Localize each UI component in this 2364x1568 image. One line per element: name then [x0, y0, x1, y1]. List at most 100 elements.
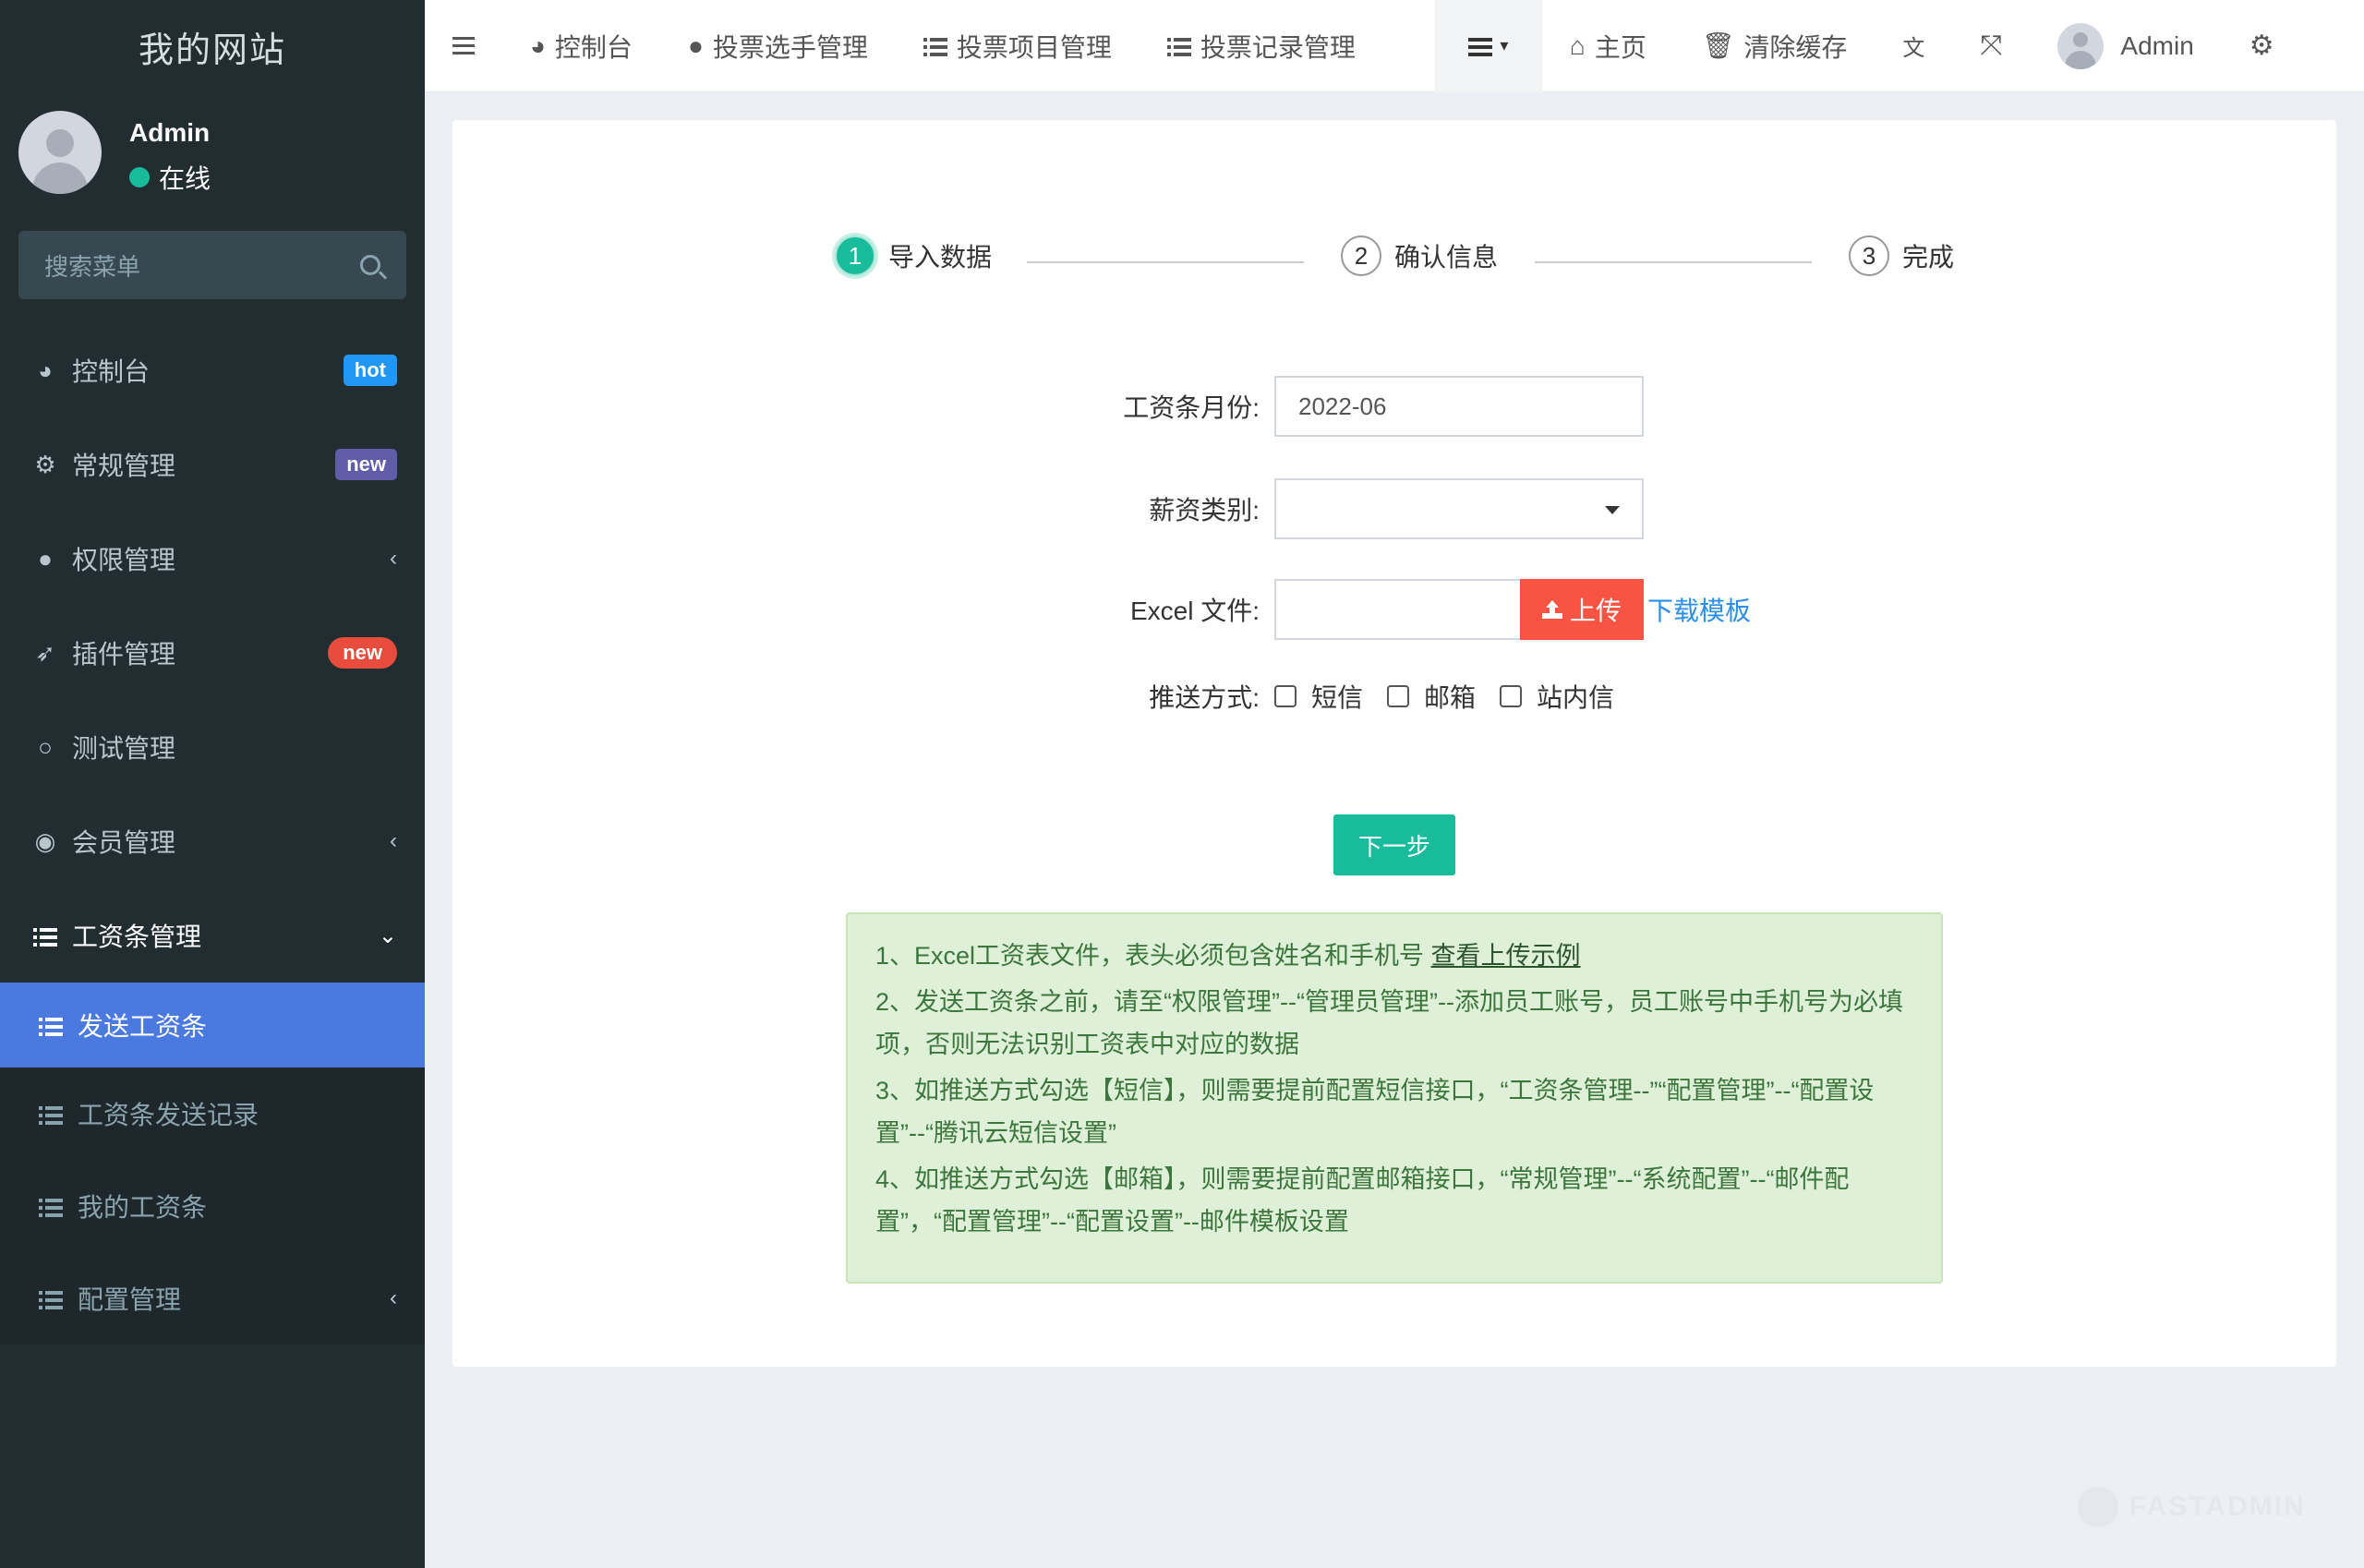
hot-badge: hot	[343, 355, 397, 386]
new-badge: new	[335, 449, 397, 480]
chevron-down-icon: ⌄	[378, 923, 397, 948]
tab-label: 投票记录管理	[1200, 32, 1356, 62]
fullscreen-button[interactable]: ⤧	[1952, 0, 2030, 92]
checkbox-label: 短信	[1311, 683, 1364, 712]
sidebar-subitem-config[interactable]: 配置管理 ‹	[0, 1252, 425, 1345]
sidebar-item-addon[interactable]: ➶ 插件管理 new	[0, 606, 425, 700]
checkbox-box[interactable]	[1274, 685, 1297, 707]
upload-button[interactable]: 上传	[1520, 579, 1644, 640]
file-path-input[interactable]	[1274, 579, 1520, 640]
trash-icon: 🗑	[1701, 31, 1735, 60]
tab-vote-projects[interactable]: 投票项目管理	[896, 0, 1140, 92]
step-label: 完成	[1902, 243, 1955, 271]
notice-line-1: 1、Excel工资表文件，表头必须包含姓名和手机号 查看上传示例	[875, 935, 1913, 977]
sidebar-item-label: 工资条管理	[72, 923, 202, 951]
notice-line-2: 2、发送工资条之前，请至“权限管理”--“管理员管理”--添加员工账号，员工账号…	[875, 988, 1903, 1058]
clear-cache-label: 清除缓存	[1743, 32, 1848, 62]
dashboard-icon: ◕	[38, 356, 53, 384]
step-number: 1	[835, 235, 875, 276]
push-label: 推送方式:	[1149, 683, 1260, 712]
translate-icon: 文	[1902, 36, 1925, 61]
sidebar-item-dashboard[interactable]: ◕ 控制台 hot	[0, 323, 425, 417]
notice-line-4: 4、如推送方式勾选【邮箱】，则需要提前配置邮箱接口，“常规管理”--“系统配置”…	[875, 1165, 1850, 1236]
user-menu[interactable]: Admin	[2030, 0, 2221, 92]
search-placeholder: 搜索菜单	[44, 252, 141, 281]
home-label: 主页	[1594, 32, 1646, 62]
sidebar-item-test[interactable]: ○ 测试管理	[0, 700, 425, 794]
clear-cache-button[interactable]: 🗑 清除缓存	[1674, 0, 1876, 92]
settings-button[interactable]: ⚙	[2222, 0, 2284, 92]
list-icon	[37, 1284, 65, 1313]
sidebar-toggle-button[interactable]	[425, 0, 502, 92]
avatar	[2057, 22, 2105, 69]
language-button[interactable]: 文	[1875, 0, 1952, 92]
checkbox-label: 站内信	[1537, 683, 1615, 712]
sidebar-subitem-send-records[interactable]: 工资条发送记录	[0, 1067, 425, 1160]
user-panel: Admin 在线	[0, 92, 425, 212]
sidebar-item-payslip[interactable]: 工资条管理 ⌄	[0, 888, 425, 983]
new-badge: new	[328, 637, 397, 669]
chevron-left-icon: ‹	[390, 1285, 397, 1310]
tab-vote-records[interactable]: 投票记录管理	[1140, 0, 1383, 92]
list-icon	[37, 1099, 65, 1128]
notice-text: 1、Excel工资表文件，表头必须包含姓名和手机号	[875, 942, 1431, 970]
caret-down-icon	[1605, 506, 1620, 514]
tab-label: 投票选手管理	[712, 32, 868, 62]
step-divider	[1027, 261, 1304, 263]
tab-label: 投票项目管理	[956, 32, 1112, 62]
list-icon	[37, 1191, 65, 1221]
push-email-checkbox[interactable]: 邮箱	[1387, 678, 1476, 715]
tab-dashboard[interactable]: ◕ 控制台	[502, 0, 660, 92]
step-label: 确认信息	[1394, 243, 1499, 271]
month-row: 工资条月份: 2022-06	[1043, 376, 1644, 437]
sidebar-item-member[interactable]: ◉ 会员管理 ‹	[0, 794, 425, 888]
payslip-submenu: 发送工资条 工资条发送记录 我的工资条 配置管理 ‹	[0, 983, 425, 1345]
site-name: 我的网站	[138, 30, 286, 70]
category-row: 薪资类别:	[1043, 478, 1644, 539]
rocket-icon: ➶	[35, 638, 55, 667]
step-indicator: 1 导入数据 2 确认信息 3 完成	[831, 235, 1958, 291]
step-divider	[1535, 261, 1812, 263]
step-number: 2	[1341, 235, 1381, 276]
top-navbar: ◕ 控制台 ● 投票选手管理 投票项目管理 投票记录管理 ▾ ⌂ 主页 🗑 清除…	[425, 0, 2364, 92]
push-inbox-checkbox[interactable]: 站内信	[1500, 678, 1614, 715]
next-step-button[interactable]: 下一步	[1333, 814, 1455, 875]
home-link[interactable]: ⌂ 主页	[1542, 0, 1674, 92]
checkbox-box[interactable]	[1500, 685, 1523, 707]
fastadmin-logo-icon	[2078, 1487, 2118, 1527]
checkbox-box[interactable]	[1387, 685, 1410, 707]
sidebar-item-label: 配置管理	[78, 1285, 182, 1314]
site-logo[interactable]: 我的网站	[0, 0, 425, 92]
sidebar-item-label: 权限管理	[72, 546, 176, 574]
sidebar: 我的网站 Admin 在线 搜索菜单 ◕ 控制台 hot ⚙ 常规管理 new …	[0, 0, 425, 1568]
checkbox-label: 邮箱	[1424, 683, 1477, 712]
cogs-icon: ⚙	[34, 450, 56, 478]
list-icon	[923, 31, 947, 61]
sidebar-item-label: 测试管理	[72, 734, 176, 763]
file-label: Excel 文件:	[1129, 597, 1260, 625]
tab-vote-players[interactable]: ● 投票选手管理	[660, 0, 896, 92]
sidebar-item-general[interactable]: ⚙ 常规管理 new	[0, 417, 425, 512]
file-row: Excel 文件: 上传 下载模板	[1043, 579, 1751, 640]
sidebar-subitem-my-payslip[interactable]: 我的工资条	[0, 1160, 425, 1252]
download-template-link[interactable]: 下载模板	[1647, 591, 1751, 628]
category-select[interactable]	[1274, 478, 1644, 539]
sidebar-item-label: 插件管理	[72, 640, 176, 669]
notice-line-3: 3、如推送方式勾选【短信】，则需要提前配置短信接口，“工资条管理--”“配置管理…	[875, 1077, 1875, 1147]
sidebar-subitem-send-payslip[interactable]: 发送工资条	[0, 983, 425, 1067]
home-icon: ⌂	[1569, 30, 1586, 60]
sidebar-item-label: 工资条发送记录	[78, 1101, 259, 1129]
month-input[interactable]: 2022-06	[1274, 376, 1644, 437]
more-tabs-dropdown[interactable]: ▾	[1434, 0, 1542, 92]
push-sms-checkbox[interactable]: 短信	[1274, 678, 1363, 715]
search-icon[interactable]	[360, 255, 380, 275]
view-upload-example-link[interactable]: 查看上传示例	[1431, 942, 1581, 970]
sidebar-item-label: 我的工资条	[78, 1193, 208, 1222]
step-3: 3 完成	[1849, 235, 1954, 276]
step-label: 导入数据	[888, 243, 993, 271]
sidebar-item-label: 常规管理	[72, 452, 176, 480]
sidebar-item-auth[interactable]: ● 权限管理 ‹	[0, 512, 425, 606]
step-1: 1 导入数据	[835, 235, 992, 276]
sidebar-item-label: 发送工资条	[78, 1012, 208, 1041]
menu-search-input[interactable]: 搜索菜单	[18, 231, 406, 299]
